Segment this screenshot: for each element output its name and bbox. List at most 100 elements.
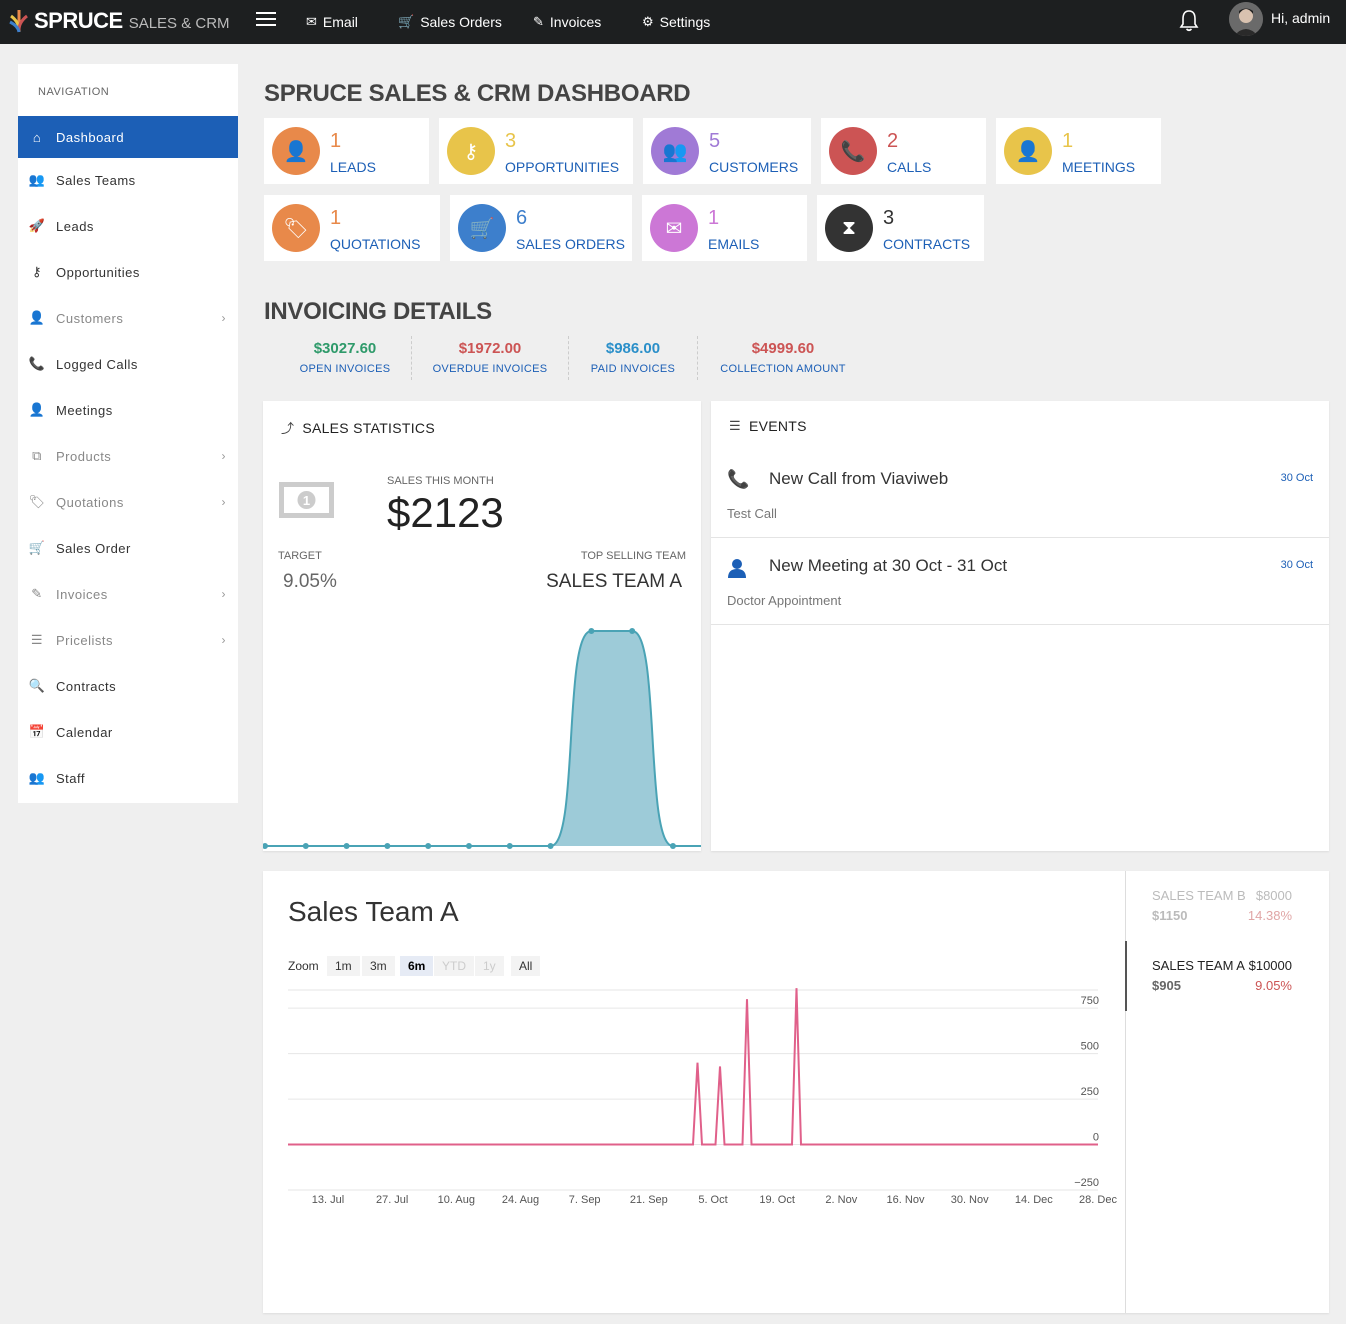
icon-glyph: 👤 — [1015, 140, 1041, 163]
logo-text: SPRUCE — [34, 8, 123, 33]
panel-title: ☰ EVENTS — [729, 418, 807, 434]
sidebar-item-sales-order[interactable]: 🛒 Sales Order — [18, 527, 238, 569]
stat-value: 6 — [516, 207, 528, 229]
stat-value: 2 — [887, 130, 899, 152]
invoice-open[interactable]: $3027.60 OPEN INVOICES — [290, 340, 400, 375]
topnav-invoices-label: Invoices — [549, 14, 602, 30]
sidebar-item-label: Quotations — [56, 494, 124, 510]
edit-icon: ✎ — [31, 586, 43, 601]
avatar[interactable] — [1229, 2, 1263, 36]
event-date: 30 Oct — [1280, 559, 1313, 571]
sidebar-item-invoices[interactable]: ✎ Invoices › — [18, 573, 238, 615]
stat-card-emails[interactable]: ✉ 1 EMAILS — [642, 195, 807, 261]
stat-label: CUSTOMERS — [709, 159, 799, 175]
stat-card-calls[interactable]: 📞 2 CALLS — [821, 118, 986, 184]
invoice-overdue[interactable]: $1972.00 OVERDUE INVOICES — [425, 340, 555, 375]
y-tick-label: 750 — [1081, 995, 1099, 1007]
stat-card-contracts[interactable]: ⧗ 3 CONTRACTS — [817, 195, 984, 261]
sidebar-item-label: Sales Order — [56, 540, 131, 556]
x-tick-label: 13. Jul — [312, 1194, 344, 1206]
user-greeting[interactable]: Hi, admin — [1271, 10, 1330, 26]
home-icon: ⌂ — [32, 129, 42, 145]
stat-label: OPPORTUNITIES — [505, 159, 620, 175]
topnav-invoices[interactable]: ✎ Invoices — [533, 0, 601, 44]
x-tick-label: 14. Dec — [1015, 1194, 1053, 1206]
page-title: SPRUCE SALES & CRM DASHBOARD — [264, 80, 691, 107]
zoom-1m-button[interactable]: 1m — [327, 956, 360, 976]
data-point — [263, 843, 268, 849]
zoom-1y-button[interactable]: 1y — [475, 956, 504, 976]
data-point — [629, 628, 636, 634]
sidebar-item-staff[interactable]: 👥 Staff — [18, 757, 238, 799]
svg-text:1: 1 — [303, 493, 310, 508]
topnav-email-label: Email — [322, 14, 358, 30]
panel-title: ⤴ SALES STATISTICS — [281, 418, 435, 437]
calendar-icon: 📅 — [28, 724, 46, 739]
zoom-3m-button[interactable]: 3m — [362, 956, 395, 976]
invoice-amount: $4999.60 — [751, 340, 815, 357]
top-team-caption: TOP SELLING TEAM — [580, 550, 686, 562]
key-icon: ⚷ — [31, 264, 43, 279]
bell-icon[interactable] — [1178, 8, 1200, 32]
sidebar: NAVIGATION ⌂ Dashboard 👥 Sales Teams 🚀 Lead… — [18, 64, 238, 803]
invoice-paid[interactable]: $986.00 PAID INVOICES — [580, 340, 686, 375]
sales-statistics-panel: ⤴ SALES STATISTICS 1 SALES THIS MONTH $21… — [263, 401, 701, 851]
invoice-caption: OPEN INVOICES — [299, 363, 391, 375]
logo[interactable]: SPRUCE SALES & CRM — [8, 8, 230, 34]
chevron-right-icon: › — [221, 587, 226, 601]
stat-card-meetings[interactable]: 👤 1 MEETINGS — [996, 118, 1161, 184]
data-point — [343, 843, 350, 849]
invoicing-title: INVOICING DETAILS — [264, 298, 492, 325]
sidebar-item-pricelists[interactable]: ☰ Pricelists › — [18, 619, 238, 661]
sidebar-item-dashboard[interactable]: ⌂ Dashboard — [18, 116, 238, 158]
user-icon: 👤 — [272, 127, 320, 175]
invoice-amount: $1972.00 — [458, 340, 522, 357]
sidebar-item-customers[interactable]: 👤 Customers › — [18, 297, 238, 339]
chevron-right-icon: › — [221, 449, 226, 463]
invoice-amount: $986.00 — [605, 340, 661, 357]
topnav-settings[interactable]: ⚙ Settings — [642, 0, 710, 44]
sidebar-item-leads[interactable]: 🚀 Leads — [18, 205, 238, 247]
stat-card-opportunities[interactable]: ⚷ 3 OPPORTUNITIES — [439, 118, 633, 184]
sidebar-item-quotations[interactable]: 🏷 Quotations › — [18, 481, 238, 523]
stat-card-leads[interactable]: 👤 1 LEADS — [264, 118, 429, 184]
data-point — [588, 628, 595, 634]
sidebar-item-meetings[interactable]: 👤 Meetings — [18, 389, 238, 431]
zoom-ytd-button[interactable]: YTD — [434, 956, 474, 976]
event-item[interactable]: 📞 New Call from Viaviweb 30 Oct Test Cal… — [711, 451, 1329, 538]
stat-value: 1 — [1062, 130, 1074, 152]
x-tick-label: 30. Nov — [951, 1194, 989, 1206]
team-a-summary[interactable]: SALES TEAM A $10000 $905 9.05% — [1152, 958, 1346, 993]
zoom-6m-button[interactable]: 6m — [400, 956, 434, 976]
event-item[interactable]: New Meeting at 30 Oct - 31 Oct 30 Oct Do… — [711, 538, 1329, 625]
stat-card-sales-orders[interactable]: 🛒 6 SALES ORDERS — [450, 195, 632, 261]
user-icon: 👤 — [28, 310, 46, 325]
invoice-caption: PAID INVOICES — [590, 363, 676, 375]
data-point — [425, 843, 432, 849]
sidebar-item-logged-calls[interactable]: 📞 Logged Calls — [18, 343, 238, 385]
sidebar-item-label: Customers — [56, 310, 124, 326]
sidebar-item-label: Products — [56, 448, 112, 464]
topnav-email[interactable]: ✉ Email — [306, 0, 358, 44]
top-bar: SPRUCE SALES & CRM ✉ Email 🛒 Sales Orders … — [0, 0, 1346, 44]
stat-card-customers[interactable]: 👥 5 CUSTOMERS — [643, 118, 811, 184]
data-point — [302, 843, 309, 849]
phone-icon: 📞 — [727, 469, 750, 489]
chevron-right-icon: › — [221, 633, 226, 647]
user-icon: 👤 — [1004, 127, 1052, 175]
zoom-all-button[interactable]: All — [511, 956, 541, 976]
event-date: 30 Oct — [1280, 472, 1313, 484]
icon-glyph: ⚷ — [463, 140, 479, 163]
sidebar-item-label: Leads — [56, 218, 94, 234]
sidebar-item-contracts[interactable]: 🔍 Contracts — [18, 665, 238, 707]
icon-glyph: 👥 — [662, 140, 688, 163]
sidebar-item-calendar[interactable]: 📅 Calendar — [18, 711, 238, 753]
invoice-collection[interactable]: $4999.60 COLLECTION AMOUNT — [710, 340, 856, 375]
menu-toggle-icon[interactable] — [256, 12, 276, 28]
sidebar-item-sales-teams[interactable]: 👥 Sales Teams — [18, 159, 238, 201]
stat-card-quotations[interactable]: 🏷 1 QUOTATIONS — [264, 195, 440, 261]
sidebar-item-opportunities[interactable]: ⚷ Opportunities — [18, 251, 238, 293]
team-b-summary[interactable]: SALES TEAM B $8000 $1150 14.38% — [1152, 888, 1346, 923]
topnav-sales-orders[interactable]: 🛒 Sales Orders — [398, 0, 502, 44]
sidebar-item-products[interactable]: ⧉ Products › — [18, 435, 238, 477]
